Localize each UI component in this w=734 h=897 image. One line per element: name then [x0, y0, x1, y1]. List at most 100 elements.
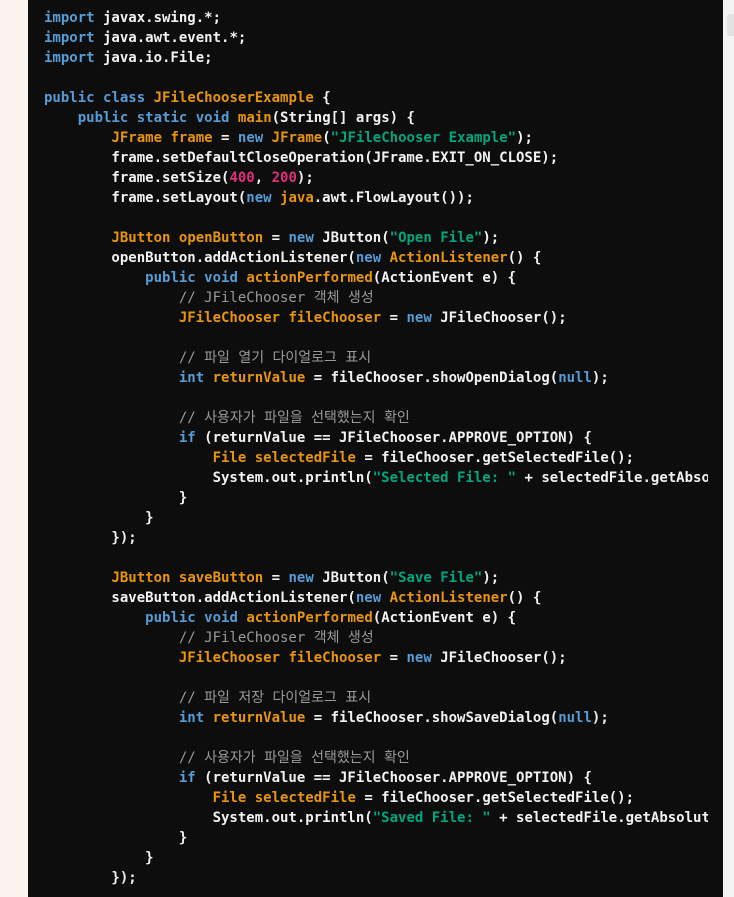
code-token: = fileChooser.showSaveDialog( [305, 710, 559, 726]
code-token: = [212, 130, 238, 146]
code-token: import [44, 50, 95, 66]
code-token: JFileChooser [178, 650, 281, 666]
scrollbar-thumb[interactable] [727, 14, 734, 36]
code-line: // 파일 저장 다이얼로그 표시 [44, 688, 708, 708]
code-token: } [44, 850, 154, 866]
code-token: () { [507, 590, 542, 606]
code-token: saveButton [178, 570, 264, 586]
code-token: openButton.addActionListener( [44, 250, 356, 266]
code-token: File [212, 790, 247, 806]
code-line: JButton saveButton = new JButton("Save F… [44, 568, 708, 588]
code-token: 200 [271, 170, 297, 186]
code-token: } [44, 830, 188, 846]
code-token: { [313, 90, 331, 106]
code-token: ); [591, 370, 609, 386]
code-token: JFileChooser [178, 310, 281, 326]
code-token: null [558, 370, 592, 386]
code-token: new [237, 130, 264, 146]
code-token: returnValue [212, 370, 306, 386]
code-line: public void actionPerformed(ActionEvent … [44, 608, 708, 628]
code-line: // JFileChooser 객체 생성 [44, 288, 708, 308]
code-line: public static void main(String[] args) { [44, 108, 708, 128]
code-token: (returnValue == JFileChooser.APPROVE_OPT… [195, 770, 592, 786]
code-line: } [44, 828, 708, 848]
code-token: int [178, 370, 205, 386]
code-token: ( [322, 130, 331, 146]
code-token: public [77, 110, 129, 126]
code-token: frame [170, 130, 213, 146]
code-token: ); [296, 170, 314, 186]
code-token: JFileChooser(); [431, 650, 567, 666]
code-token: "Selected File: " [372, 470, 517, 486]
code-token: ); [516, 130, 533, 146]
code-line: // 사용자가 파일을 선택했는지 확인 [44, 748, 708, 768]
code-token: selectedFile [254, 450, 356, 466]
code-line: JFrame frame = new JFrame("JFileChooser … [44, 128, 708, 148]
right-scrollbar[interactable] [723, 0, 734, 897]
code-token: frame.setDefaultCloseOperation(JFrame.EX… [44, 150, 559, 166]
code-token: }); [44, 870, 137, 886]
code-token: actionPerformed [246, 610, 373, 626]
code-token: } [44, 490, 188, 506]
code-token: 400 [229, 170, 255, 186]
code-line: public class JFileChooserExample { [44, 88, 708, 108]
code-line: } [44, 508, 708, 528]
code-token: // 파일 열기 다이얼로그 표시 [178, 350, 372, 366]
code-token: (ActionEvent e) { [372, 270, 517, 286]
code-token: ); [482, 230, 500, 246]
code-token: if [178, 430, 196, 446]
code-token: frame.setLayout( [44, 190, 247, 206]
chat-page: import javax.swing.*; import java.awt.eve… [0, 0, 734, 897]
code-token: actionPerformed [246, 270, 373, 286]
code-token: new [406, 650, 432, 666]
code-token: class [103, 90, 146, 106]
code-line: JFileChooser fileChooser = new JFileChoo… [44, 308, 708, 328]
code-token: if [178, 770, 196, 786]
code-token: }); [44, 530, 137, 546]
code-token: ); [591, 710, 609, 726]
code-token: selectedFile [254, 790, 356, 806]
code-token: new [355, 250, 382, 266]
code-token: static [136, 110, 188, 126]
code-block: import javax.swing.*; import java.awt.eve… [28, 0, 723, 897]
code-token: } [44, 510, 154, 526]
code-token: fileChooser [288, 310, 382, 326]
code-token: null [558, 710, 592, 726]
code-token: void [195, 110, 230, 126]
code-token: JFileChooser(); [431, 310, 567, 326]
code-token: public [44, 90, 95, 106]
code-token: openButton [178, 230, 264, 246]
code-token: .awt.FlowLayout()); [313, 190, 474, 206]
code-line: saveButton.addActionListener(new ActionL… [44, 588, 708, 608]
code-token: , [254, 170, 272, 186]
code-token: JButton( [313, 230, 390, 246]
code-token: import [44, 10, 95, 26]
code-line: System.out.println("Saved File: " + sele… [44, 808, 708, 828]
code-line: // JFileChooser 객체 생성 [44, 628, 708, 648]
code-token: new [355, 590, 382, 606]
code-line: // 사용자가 파일을 선택했는지 확인 [44, 408, 708, 428]
code-token: void [204, 610, 238, 626]
